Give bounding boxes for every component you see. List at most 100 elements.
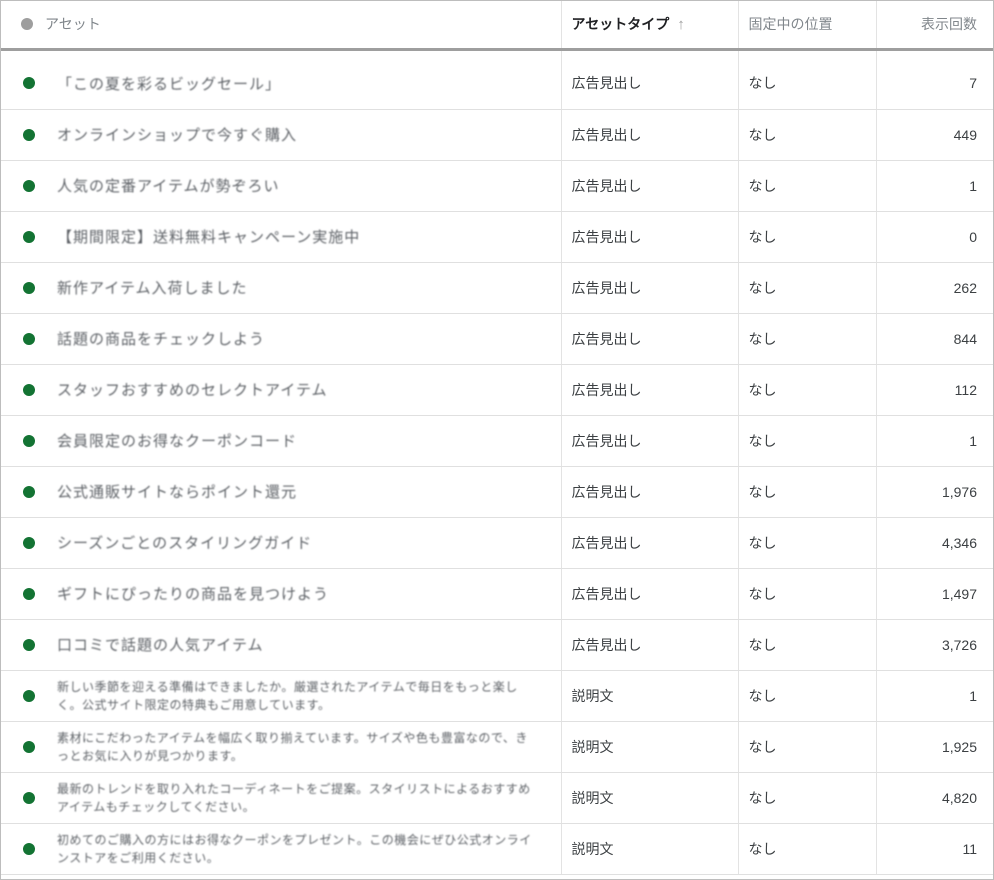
column-header-asset-label: アセット	[45, 16, 101, 33]
impressions-cell: 1,497	[876, 568, 993, 620]
asset-type-cell: 説明文	[561, 721, 739, 773]
asset-type-cell: 広告見出し	[561, 466, 739, 518]
asset-type-cell: 説明文	[561, 670, 739, 722]
table-row[interactable]: 人気の定番アイテムが勢ぞろい 広告見出し なし 1	[1, 160, 993, 212]
enabled-status-icon	[23, 77, 35, 90]
asset-text: 会員限定のお得なクーポンコード	[57, 433, 298, 450]
asset-text: 口コミで話題の人気アイテム	[57, 637, 264, 654]
column-header-asset-type-label: アセットタイプ	[571, 16, 670, 33]
table-row[interactable]: シーズンごとのスタイリングガイド 広告見出し なし 4,346	[1, 517, 993, 569]
impressions-cell: 1	[876, 415, 993, 467]
asset-type-cell: 広告見出し	[561, 109, 739, 161]
asset-type-cell: 広告見出し	[561, 568, 739, 620]
asset-type-cell: 広告見出し	[561, 415, 739, 467]
asset-text: 最新のトレンドを取り入れたコーディネートをご提案。スタイリストによるおすすめアイ…	[57, 781, 531, 814]
asset-type-cell: 広告見出し	[561, 619, 739, 671]
table-row[interactable]: 素材にこだわったアイテムを幅広く取り揃えています。サイズや色も豊富なので、きっと…	[1, 721, 993, 773]
table-row[interactable]: ギフトにぴったりの商品を見つけよう 広告見出し なし 1,497	[1, 568, 993, 620]
asset-text: ギフトにぴったりの商品を見つけよう	[57, 586, 330, 603]
sort-ascending-icon: ↑	[677, 16, 685, 34]
enabled-status-icon	[23, 434, 35, 447]
enabled-status-icon	[23, 638, 35, 651]
enabled-status-icon	[23, 740, 35, 753]
asset-cell: 会員限定のお得なクーポンコード	[1, 415, 562, 467]
impressions-cell: 1	[876, 160, 993, 212]
asset-type-cell: 広告見出し	[561, 160, 739, 212]
table-body: 「この夏を彩るビッグセール」 広告見出し なし 7 オンラインショップで今すぐ購入 広告見…	[1, 49, 993, 875]
asset-cell: 【期間限定】送料無料キャンペーン実施中	[1, 211, 562, 263]
impressions-cell: 0	[876, 211, 993, 263]
table-row[interactable]: 会員限定のお得なクーポンコード 広告見出し なし 1	[1, 415, 993, 467]
asset-cell: 「この夏を彩るビッグセール」	[1, 58, 562, 110]
table-row[interactable]: 【期間限定】送料無料キャンペーン実施中 広告見出し なし 0	[1, 211, 993, 263]
asset-text: スタッフおすすめのセレクトアイテム	[57, 382, 328, 399]
impressions-cell: 11	[876, 823, 993, 875]
asset-cell: 人気の定番アイテムが勢ぞろい	[1, 160, 562, 212]
asset-cell: ギフトにぴったりの商品を見つけよう	[1, 568, 562, 620]
column-header-impressions[interactable]: 表示回数	[876, 1, 993, 51]
table-row[interactable]: 新作アイテム入荷しました 広告見出し なし 262	[1, 262, 993, 314]
pinned-position-cell: なし	[738, 823, 877, 875]
pinned-position-cell: なし	[738, 670, 877, 722]
asset-cell: 素材にこだわったアイテムを幅広く取り揃えています。サイズや色も豊富なので、きっと…	[1, 721, 562, 773]
table-row[interactable]: 口コミで話題の人気アイテム 広告見出し なし 3,726	[1, 619, 993, 671]
pinned-position-cell: なし	[738, 415, 877, 467]
table-row[interactable]: 新しい季節を迎える準備はできましたか。厳選されたアイテムで毎日をもっと楽しく。公…	[1, 670, 993, 722]
column-header-asset[interactable]: アセット	[1, 1, 562, 51]
asset-text: 新しい季節を迎える準備はできましたか。厳選されたアイテムで毎日をもっと楽しく。公…	[57, 679, 518, 712]
table-row[interactable]: 初めてのご購入の方にはお得なクーポンをプレゼント。この機会にぜひ公式オンラインス…	[1, 823, 993, 875]
asset-text: 素材にこだわったアイテムを幅広く取り揃えています。サイズや色も豊富なので、きっと…	[57, 730, 528, 763]
asset-cell: スタッフおすすめのセレクトアイテム	[1, 364, 562, 416]
pinned-position-cell: なし	[738, 466, 877, 518]
asset-text: 初めてのご購入の方にはお得なクーポンをプレゼント。この機会にぜひ公式オンラインス…	[57, 832, 532, 865]
pinned-position-cell: なし	[738, 160, 877, 212]
status-column-dot-icon	[21, 18, 33, 31]
asset-cell: 話題の商品をチェックしよう	[1, 313, 562, 365]
table-row[interactable]: 最新のトレンドを取り入れたコーディネートをご提案。スタイリストによるおすすめアイ…	[1, 772, 993, 824]
impressions-cell: 7	[876, 58, 993, 110]
impressions-cell: 1,925	[876, 721, 993, 773]
table-row[interactable]: オンラインショップで今すぐ購入 広告見出し なし 449	[1, 109, 993, 161]
enabled-status-icon	[23, 842, 35, 855]
enabled-status-icon	[23, 485, 35, 498]
asset-text: 【期間限定】送料無料キャンペーン実施中	[57, 229, 361, 246]
impressions-cell: 4,346	[876, 517, 993, 569]
asset-text: 話題の商品をチェックしよう	[57, 331, 266, 348]
asset-text: 公式通販サイトならポイント還元	[57, 484, 298, 501]
asset-type-cell: 広告見出し	[561, 313, 739, 365]
asset-type-cell: 広告見出し	[561, 364, 739, 416]
pinned-position-cell: なし	[738, 517, 877, 569]
enabled-status-icon	[23, 230, 35, 243]
column-header-asset-type[interactable]: アセットタイプ ↑	[561, 1, 739, 51]
enabled-status-icon	[23, 383, 35, 396]
table-row[interactable]: 公式通販サイトならポイント還元 広告見出し なし 1,976	[1, 466, 993, 518]
pinned-position-cell: なし	[738, 313, 877, 365]
table-row[interactable]: 「この夏を彩るビッグセール」 広告見出し なし 7	[1, 58, 993, 110]
table-row[interactable]: 話題の商品をチェックしよう 広告見出し なし 844	[1, 313, 993, 365]
enabled-status-icon	[23, 281, 35, 294]
asset-text: 人気の定番アイテムが勢ぞろい	[57, 178, 280, 195]
impressions-cell: 3,726	[876, 619, 993, 671]
pinned-position-cell: なし	[738, 619, 877, 671]
asset-text: オンラインショップで今すぐ購入	[57, 127, 298, 144]
pinned-position-cell: なし	[738, 211, 877, 263]
table-row[interactable]: スタッフおすすめのセレクトアイテム 広告見出し なし 112	[1, 364, 993, 416]
column-header-pinned-position-label: 固定中の位置	[748, 16, 833, 33]
assets-table: アセット アセットタイプ ↑ 固定中の位置 表示回数 「この夏を彩るビッグセール」…	[1, 1, 993, 875]
enabled-status-icon	[23, 587, 35, 600]
asset-type-cell: 広告見出し	[561, 517, 739, 569]
asset-cell: オンラインショップで今すぐ購入	[1, 109, 562, 161]
impressions-cell: 262	[876, 262, 993, 314]
pinned-position-cell: なし	[738, 721, 877, 773]
column-header-pinned-position[interactable]: 固定中の位置	[738, 1, 877, 51]
asset-cell: 初めてのご購入の方にはお得なクーポンをプレゼント。この機会にぜひ公式オンラインス…	[1, 823, 562, 875]
asset-cell: 口コミで話題の人気アイテム	[1, 619, 562, 671]
pinned-position-cell: なし	[738, 364, 877, 416]
asset-cell: シーズンごとのスタイリングガイド	[1, 517, 562, 569]
asset-type-cell: 広告見出し	[561, 211, 739, 263]
pinned-position-cell: なし	[738, 262, 877, 314]
column-header-impressions-label: 表示回数	[921, 16, 977, 33]
pinned-position-cell: なし	[738, 568, 877, 620]
asset-type-cell: 広告見出し	[561, 58, 739, 110]
enabled-status-icon	[23, 791, 35, 804]
